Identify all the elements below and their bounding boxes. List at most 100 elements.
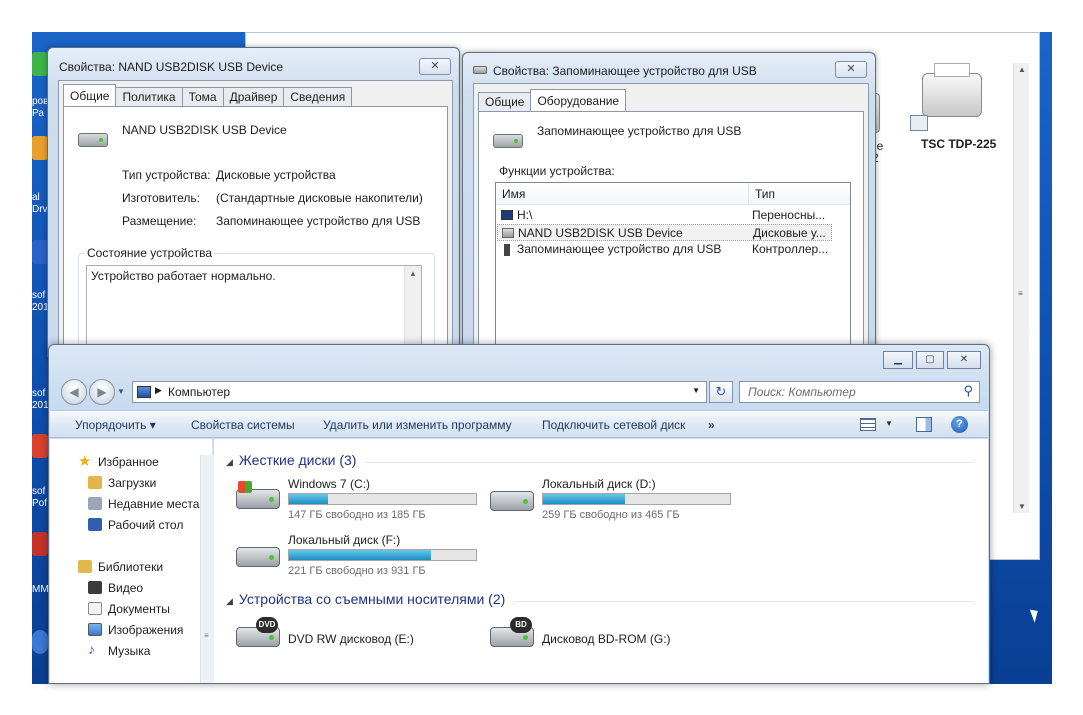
search-placeholder: Поиск: Компьютер — [748, 385, 856, 399]
status-text: Устройство работает нормально. — [91, 269, 276, 283]
search-icon[interactable]: ⚲ — [963, 383, 973, 399]
scroll-grip-icon[interactable]: ≡ — [204, 631, 209, 640]
breadcrumb-computer[interactable]: Компьютер — [168, 385, 230, 399]
scroll-up-icon[interactable]: ▲ — [405, 266, 421, 282]
scroll-up-icon[interactable]: ▲ — [1018, 65, 1026, 74]
dialog-client-area: Общие Оборудование Запоминающее устройст… — [473, 83, 869, 372]
libraries-icon — [78, 560, 92, 573]
documents-icon — [88, 602, 102, 615]
usb-plug-icon — [504, 244, 510, 256]
computer-icon — [137, 386, 151, 398]
tab-page-general: NAND USB2DISK USB Device Тип устройства:… — [63, 106, 448, 373]
column-header-type[interactable]: Тип — [755, 187, 775, 201]
drive-usage-bar — [288, 549, 477, 561]
maximize-button[interactable]: ▢ — [916, 351, 944, 369]
explorer-window: ▁ ▢ ✕ ◀ ▶ ▼ ▶ Компьютер ▼ ↻ Поиск: Компь… — [48, 344, 990, 684]
drive-free-space: 147 ГБ свободно из 185 ГБ — [288, 509, 426, 521]
search-input[interactable]: Поиск: Компьютер ⚲ — [739, 381, 980, 403]
nav-label: Библиотеки — [98, 560, 164, 574]
collapse-icon[interactable]: ◢ — [226, 596, 233, 606]
printer-icon — [922, 73, 982, 117]
navigation-pane: ★ Избранное Загрузки Недавние места Рабо… — [50, 439, 214, 683]
tab-driver[interactable]: Драйвер — [222, 87, 285, 106]
tab-strip: Общие Оборудование — [478, 89, 627, 112]
location-label: Размещение: — [122, 214, 197, 228]
group-title: Жесткие диски (3) — [238, 452, 357, 468]
drive-free-space: 259 ГБ свободно из 465 ГБ — [542, 509, 680, 521]
usb-storage-icon — [493, 134, 523, 148]
list-item[interactable]: Запоминающее устройство для USB Контролл… — [497, 241, 832, 258]
map-network-drive-button[interactable]: Подключить сетевой диск — [542, 418, 685, 432]
drive-usage-bar — [542, 493, 731, 505]
navigation-scrollbar[interactable]: ≡ — [200, 455, 214, 683]
view-dropdown-icon[interactable]: ▼ — [885, 419, 893, 428]
uninstall-program-button[interactable]: Удалить или изменить программу — [323, 418, 512, 432]
group-header-removable[interactable]: ◢ Устройства со съемными носителями (2) — [226, 591, 505, 607]
help-icon[interactable]: ? — [951, 416, 968, 433]
star-icon: ★ — [78, 453, 92, 470]
windows-drive-icon — [236, 481, 280, 511]
tab-details[interactable]: Сведения — [283, 87, 353, 106]
view-options-icon[interactable] — [860, 418, 876, 431]
group-header-hard-drives[interactable]: ◢ Жесткие диски (3) — [226, 452, 356, 468]
tab-page-hardware: Запоминающее устройство для USB Функции … — [478, 111, 864, 372]
refresh-button[interactable]: ↻ — [709, 381, 733, 403]
vertical-scrollbar[interactable]: ▲ ≡ ▼ — [1013, 63, 1029, 513]
tab-hardware[interactable]: Оборудование — [530, 89, 627, 111]
close-button[interactable]: ✕ — [947, 351, 981, 369]
tab-strip: Общие Политика Тома Драйвер Сведения — [63, 84, 353, 107]
device-type-label: Тип устройства: — [122, 168, 211, 182]
scroll-down-icon[interactable]: ▼ — [1018, 502, 1026, 511]
drive-letter-icon — [501, 210, 513, 220]
address-dropdown-icon[interactable]: ▼ — [692, 386, 700, 395]
drive-usage-bar — [288, 493, 477, 505]
drive-free-space: 221 ГБ свободно из 931 ГБ — [288, 565, 426, 577]
location-value: Запоминающее устройство для USB — [216, 214, 421, 228]
tab-policy[interactable]: Политика — [115, 87, 183, 106]
device-name: NAND USB2DISK USB Device — [122, 123, 287, 137]
more-commands-button[interactable]: » — [708, 418, 715, 432]
nav-label: Избранное — [98, 455, 159, 469]
close-button[interactable]: ✕ — [419, 58, 451, 75]
disk-drive-icon — [78, 133, 108, 147]
drive-name: Windows 7 (C:) — [288, 477, 371, 491]
column-divider[interactable] — [748, 183, 749, 205]
hard-drive-icon — [490, 483, 534, 513]
column-header-name[interactable]: Имя — [502, 187, 525, 201]
item-name: H:\ — [517, 208, 533, 222]
tab-general[interactable]: Общие — [478, 92, 532, 111]
forward-button[interactable]: ▶ — [89, 379, 115, 405]
collapse-icon[interactable]: ◢ — [226, 457, 233, 467]
dialog-title: Свойства: Запоминающее устройство для US… — [493, 64, 757, 78]
drive-usage-fill — [543, 494, 626, 504]
video-icon — [88, 581, 102, 594]
preview-pane-icon[interactable] — [916, 417, 932, 432]
desktop-icon — [88, 518, 102, 531]
close-button[interactable]: ✕ — [835, 61, 867, 78]
drive-name: Дисковод BD-ROM (G:) — [542, 632, 671, 646]
manufacturer-label: Изготовитель: — [122, 191, 200, 205]
breadcrumb-chevron-icon[interactable]: ▶ — [155, 385, 162, 396]
device-functions-label: Функции устройства: — [499, 164, 615, 178]
list-item-selected[interactable]: NAND USB2DISK USB Device Дисковые у... — [497, 224, 832, 241]
paper-icon — [934, 63, 970, 77]
item-type: Дисковые у... — [753, 226, 826, 240]
system-properties-button[interactable]: Свойства системы — [191, 418, 295, 432]
command-bar: Упорядочить ▾ Свойства системы Удалить и… — [50, 410, 988, 438]
item-type: Контроллер... — [752, 242, 829, 256]
nav-label: Рабочий стол — [108, 518, 184, 532]
back-button[interactable]: ◀ — [61, 379, 87, 405]
group-title: Состояние устройства — [85, 246, 215, 260]
list-item[interactable]: H:\ Переносны... — [497, 207, 832, 224]
minimize-button[interactable]: ▁ — [883, 351, 913, 369]
usb-storage-properties-dialog: Свойства: Запоминающее устройство для US… — [462, 52, 876, 372]
tab-general[interactable]: Общие — [63, 84, 117, 106]
printer-item[interactable]: TSC TDP-225 — [904, 63, 1004, 163]
tab-volumes[interactable]: Тома — [181, 87, 224, 106]
address-bar[interactable]: ▶ Компьютер ▼ — [132, 381, 707, 403]
dvd-badge: DVD — [256, 617, 278, 633]
scroll-grip-icon[interactable]: ≡ — [1018, 289, 1023, 298]
recent-pages-dropdown-icon[interactable]: ▼ — [117, 387, 125, 396]
app-icon — [32, 532, 48, 556]
organize-button[interactable]: Упорядочить ▾ — [75, 418, 156, 432]
